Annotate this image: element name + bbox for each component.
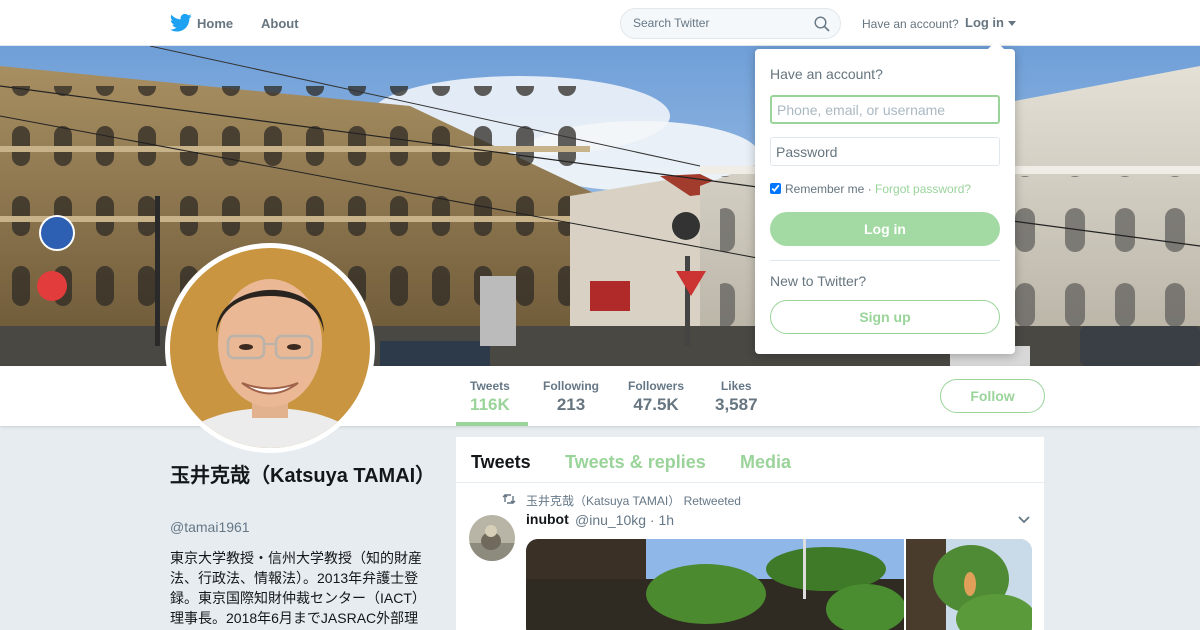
stat-tweets[interactable]: Tweets 116K xyxy=(470,379,510,415)
search-box[interactable] xyxy=(620,8,841,39)
profile-bio: 東京大学教授・信州大学教授（知的財産法、行政法、情報法）。2013年弁護士登録。… xyxy=(170,550,426,626)
caret-down-icon[interactable] xyxy=(1008,21,1016,26)
search-input[interactable] xyxy=(633,16,803,30)
remember-me-checkbox[interactable] xyxy=(770,183,781,194)
twitter-bird-icon[interactable] xyxy=(170,13,192,33)
login-menu-link[interactable]: Log in xyxy=(965,15,1004,30)
remember-me-label[interactable]: Remember me xyxy=(785,182,864,196)
separator-dot: · xyxy=(864,182,876,196)
retweet-icon xyxy=(502,494,516,504)
stat-label: Likes xyxy=(720,379,752,393)
stat-label: Followers xyxy=(628,379,685,393)
stat-followers[interactable]: Followers 47.5K xyxy=(628,379,684,415)
chevron-down-icon[interactable] xyxy=(1017,515,1031,525)
avatar-image xyxy=(170,248,370,448)
timeline: Tweets Tweets & replies Media 玉井克哉（Katsu… xyxy=(456,437,1044,630)
login-button[interactable]: Log in xyxy=(770,212,1000,246)
tweet-author-avatar[interactable] xyxy=(469,515,515,561)
stat-likes[interactable]: Likes 3,587 xyxy=(715,379,758,415)
stat-value: 3,587 xyxy=(715,395,758,414)
nav-home-link[interactable]: Home xyxy=(197,16,233,31)
dropdown-arrow xyxy=(988,41,1004,49)
author-avatar-image xyxy=(469,515,515,561)
stat-label: Following xyxy=(543,379,599,393)
forgot-password-link[interactable]: Forgot password? xyxy=(875,182,971,196)
tweet-author-name[interactable]: inubot xyxy=(526,511,569,527)
tweet-media-image xyxy=(526,539,1032,630)
remember-me-row: Remember me · Forgot password? xyxy=(770,182,971,196)
profile-name: 玉井克哉（Katsuya TAMAI） xyxy=(170,465,436,487)
username-field[interactable] xyxy=(770,95,1000,124)
new-to-twitter-text: New to Twitter? xyxy=(770,273,867,289)
tweet-author-handle[interactable]: @inu_10kg · 1h xyxy=(575,512,674,528)
dropdown-title: Have an account? xyxy=(770,66,883,82)
stat-value: 47.5K xyxy=(633,395,679,414)
have-account-text: Have an account? xyxy=(862,17,959,31)
login-dropdown: Have an account? Remember me · Forgot pa… xyxy=(755,41,1015,354)
stat-label: Tweets xyxy=(470,379,510,393)
nav-about-link[interactable]: About xyxy=(261,16,299,31)
profile-screen-name[interactable]: @tamai1961 xyxy=(170,519,250,535)
top-navigation: Home About Have an account? Log in xyxy=(0,0,1200,46)
tab-media[interactable]: Media xyxy=(740,452,791,473)
follow-button[interactable]: Follow xyxy=(940,379,1045,413)
tweet-media[interactable] xyxy=(526,539,1032,630)
tab-tweets[interactable]: Tweets xyxy=(471,452,531,473)
retweet-context[interactable]: 玉井克哉（Katsuya TAMAI） Retweeted xyxy=(526,492,741,509)
dropdown-divider xyxy=(770,260,1000,261)
stat-following[interactable]: Following 213 xyxy=(543,379,599,415)
timeline-tabs: Tweets Tweets & replies Media xyxy=(456,437,1044,483)
signup-button[interactable]: Sign up xyxy=(770,300,1000,334)
active-tab-indicator xyxy=(456,422,528,426)
tab-tweets-and-replies[interactable]: Tweets & replies xyxy=(565,452,706,473)
search-icon[interactable] xyxy=(814,16,830,32)
stat-value: 213 xyxy=(556,395,586,414)
password-field[interactable] xyxy=(770,137,1000,166)
profile-avatar[interactable] xyxy=(165,243,375,453)
stat-value: 116K xyxy=(470,395,510,414)
